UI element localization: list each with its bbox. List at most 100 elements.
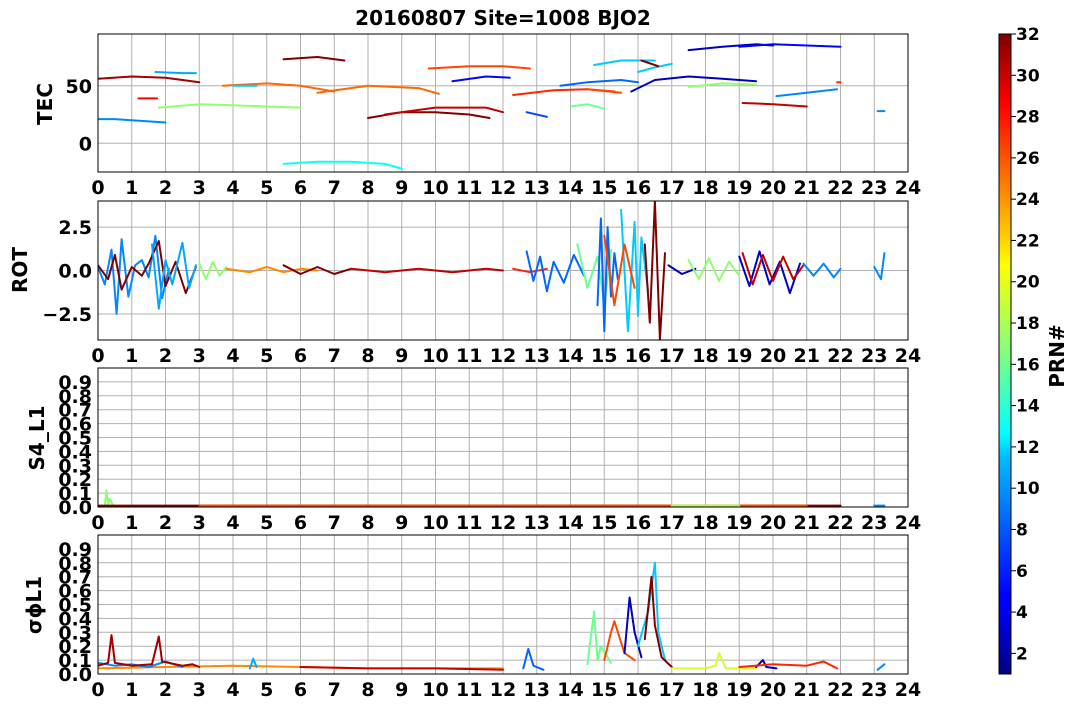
rot-xtick-label: 6 xyxy=(294,345,307,367)
rot-xtick-label: 24 xyxy=(895,345,921,367)
rot-panel: 0 1 2 3 4 5 6 7 8 9 10 11 12 13 14 15 16 17 18 19 20 21 22 23 24… xyxy=(8,200,921,367)
s4-xtick-label: 18 xyxy=(692,512,718,534)
sigma-xtick-label: 0 xyxy=(91,679,104,701)
sigma-xtick-label: 23 xyxy=(861,679,887,701)
sigma-xtick-label: 1 xyxy=(125,679,138,701)
tec-xtick-label: 3 xyxy=(193,177,206,199)
sigma-xtick-label: 13 xyxy=(524,679,550,701)
s4-xtick-label: 2 xyxy=(159,512,172,534)
tec-ytick-label: 0 xyxy=(79,133,92,155)
tec-xtick-label: 21 xyxy=(794,177,820,199)
sigma-xtick-label: 19 xyxy=(726,679,752,701)
tec-xtick-label: 17 xyxy=(659,177,685,199)
tec-trace-prn-17 xyxy=(687,82,758,88)
sigma-ytick-label: 0.9 xyxy=(58,539,92,561)
rot-trace-prn-10 xyxy=(151,241,197,310)
tec-xtick-label: 2 xyxy=(159,177,172,199)
sigma-trace-prn-31 xyxy=(98,634,201,668)
sigma-xtick-label: 6 xyxy=(294,679,307,701)
rot-xtick-label: 2 xyxy=(159,345,172,367)
sigma-panel: 0 1 2 3 4 5 6 7 8 9 10 11 12 13 14 15 16 17 18 19 20 21 22 23 24… xyxy=(22,534,921,701)
rot-xtick-label: 21 xyxy=(794,345,820,367)
sigma-xtick-label: 18 xyxy=(692,679,718,701)
colorbar-tick-label: 24 xyxy=(1016,190,1040,210)
rot-xtick-label: 22 xyxy=(827,345,853,367)
tec-xtick-label: 19 xyxy=(726,177,752,199)
rot-xtick-label: 14 xyxy=(557,345,583,367)
rot-ytick-label: −2.5 xyxy=(42,304,92,326)
colorbar-tick-label: 12 xyxy=(1016,438,1040,458)
sigma-xtick-label: 4 xyxy=(226,679,239,701)
colorbar-tick-label: 8 xyxy=(1016,520,1028,540)
colorbar-tick-label: 20 xyxy=(1016,273,1040,293)
sigma-trace-prn-9 xyxy=(876,663,886,671)
sigma-trace-prn-26 xyxy=(603,620,636,662)
s4-xtick-label: 3 xyxy=(193,512,206,534)
rot-ylabel: ROT xyxy=(8,247,32,293)
rot-trace-prn-9 xyxy=(873,252,886,281)
colorbar-tick-label: 6 xyxy=(1016,562,1028,582)
s4-xtick-label: 13 xyxy=(524,512,550,534)
rot-ytick-label: 0.0 xyxy=(58,261,92,283)
s4-trace-prn-17 xyxy=(103,489,115,507)
tec-ylabel: TEC xyxy=(33,83,57,125)
tec-xtick-label: 10 xyxy=(422,177,448,199)
sigma-xtick-label: 3 xyxy=(193,679,206,701)
sigma-xtick-label: 11 xyxy=(456,679,482,701)
tec-xtick-label: 9 xyxy=(395,177,408,199)
colorbar-tick-label: 18 xyxy=(1016,314,1040,334)
tec-trace-prn-32 xyxy=(282,56,346,62)
colorbar: 2468101214161820222426283032 PRN# xyxy=(998,25,1069,675)
colorbar-tick-label: 32 xyxy=(1016,25,1040,45)
s4-ylabel: S4_L1 xyxy=(25,406,49,471)
sigma-xtick-label: 17 xyxy=(659,679,685,701)
sigma-trace-prn-3 xyxy=(623,596,643,659)
tec-trace-prn-31 xyxy=(98,75,201,84)
rot-xtick-label: 12 xyxy=(490,345,516,367)
tec-trace-prn-10 xyxy=(154,71,197,75)
rot-xtick-label: 17 xyxy=(659,345,685,367)
s4-xtick-label: 11 xyxy=(456,512,482,534)
tec-xtick-label: 23 xyxy=(861,177,887,199)
sigma-trace-prn-8 xyxy=(522,648,545,671)
tec-trace-prn-5 xyxy=(451,75,511,83)
s4-xtick-label: 5 xyxy=(260,512,273,534)
tec-trace-prn-26 xyxy=(427,65,531,70)
sigma-ylabel: σϕL1 xyxy=(22,576,46,634)
sigma-xtick-label: 14 xyxy=(557,679,583,701)
chart-title: 20160807 Site=1008 BJO2 xyxy=(355,6,651,30)
colorbar-tick-label: 16 xyxy=(1016,355,1040,375)
rot-xtick-label: 13 xyxy=(524,345,550,367)
colorbar-tick-label: 26 xyxy=(1016,149,1040,169)
sigma-trace-prn-27 xyxy=(738,660,839,670)
tec-panel: 0 1 2 3 4 5 6 7 8 9 10 11 12 13 14 15 16 17 18 19 20 21 22 23 24… xyxy=(33,33,921,199)
colorbar-tick-label: 10 xyxy=(1016,479,1040,499)
tec-trace-prn-30 xyxy=(741,102,808,108)
tec-xtick-label: 22 xyxy=(827,177,853,199)
tec-xtick-label: 24 xyxy=(895,177,921,199)
sigma-xtick-label: 2 xyxy=(159,679,172,701)
rot-xtick-label: 11 xyxy=(456,345,482,367)
tec-xtick-label: 8 xyxy=(361,177,374,199)
s4-xtick-label: 16 xyxy=(625,512,651,534)
rot-xtick-label: 9 xyxy=(395,345,408,367)
rot-xtick-label: 18 xyxy=(692,345,718,367)
s4-xtick-label: 19 xyxy=(726,512,752,534)
tec-xtick-label: 20 xyxy=(760,177,786,199)
s4-xtick-label: 21 xyxy=(794,512,820,534)
tec-trace-prn-25 xyxy=(221,82,336,93)
s4-xtick-label: 12 xyxy=(490,512,516,534)
tec-xtick-label: 12 xyxy=(490,177,516,199)
s4-xtick-label: 4 xyxy=(226,512,239,534)
sigma-trace-prn-16 xyxy=(586,610,612,666)
rot-trace-prn-24 xyxy=(225,266,319,274)
tec-trace-prn-5 xyxy=(738,43,842,48)
rot-xtick-label: 19 xyxy=(726,345,752,367)
tec-xtick-label: 13 xyxy=(524,177,550,199)
sigma-xtick-label: 24 xyxy=(895,679,921,701)
tec-trace-prn-25 xyxy=(316,84,440,95)
s4-xtick-label: 23 xyxy=(861,512,887,534)
tec-xtick-label: 18 xyxy=(692,177,718,199)
s4-xtick-label: 1 xyxy=(125,512,138,534)
s4-xtick-label: 9 xyxy=(395,512,408,534)
